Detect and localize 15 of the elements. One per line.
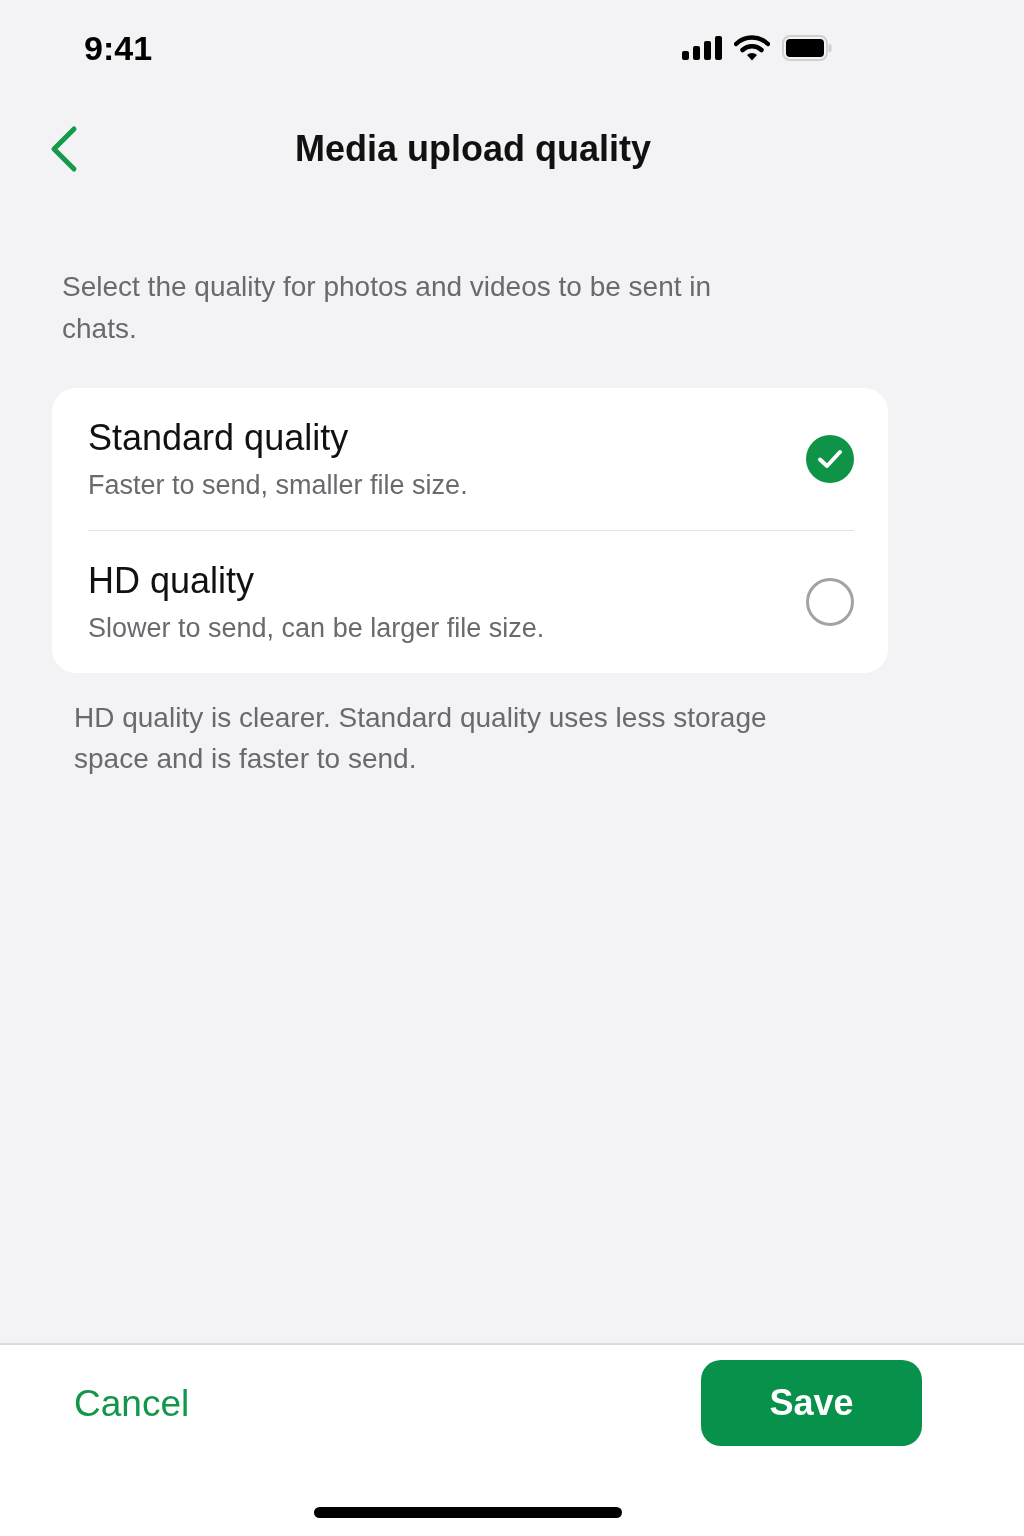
- note-text: HD quality is clearer. Standard quality uses less storage space and is faster to send.: [74, 701, 768, 776]
- option-title: HD quality: [88, 560, 256, 602]
- wifi-icon: [734, 35, 770, 61]
- option-title: Standard quality: [88, 417, 350, 459]
- battery-icon: [782, 35, 832, 61]
- signal-icon: [682, 36, 722, 60]
- cancel-button[interactable]: Cancel: [74, 1376, 190, 1430]
- radio-circle-icon[interactable]: [806, 578, 854, 626]
- option-description: Faster to send, smaller file size.: [88, 469, 468, 501]
- save-button[interactable]: Save: [701, 1360, 922, 1446]
- page-title: Media upload quality: [294, 131, 652, 167]
- intro-text: Select the quality for photos and videos to be sent in chats.: [62, 270, 713, 346]
- option-description: Slower to send, can be larger file size.: [88, 612, 545, 644]
- status-time: 9:41: [84, 31, 153, 65]
- check-circle-icon[interactable]: [806, 435, 854, 483]
